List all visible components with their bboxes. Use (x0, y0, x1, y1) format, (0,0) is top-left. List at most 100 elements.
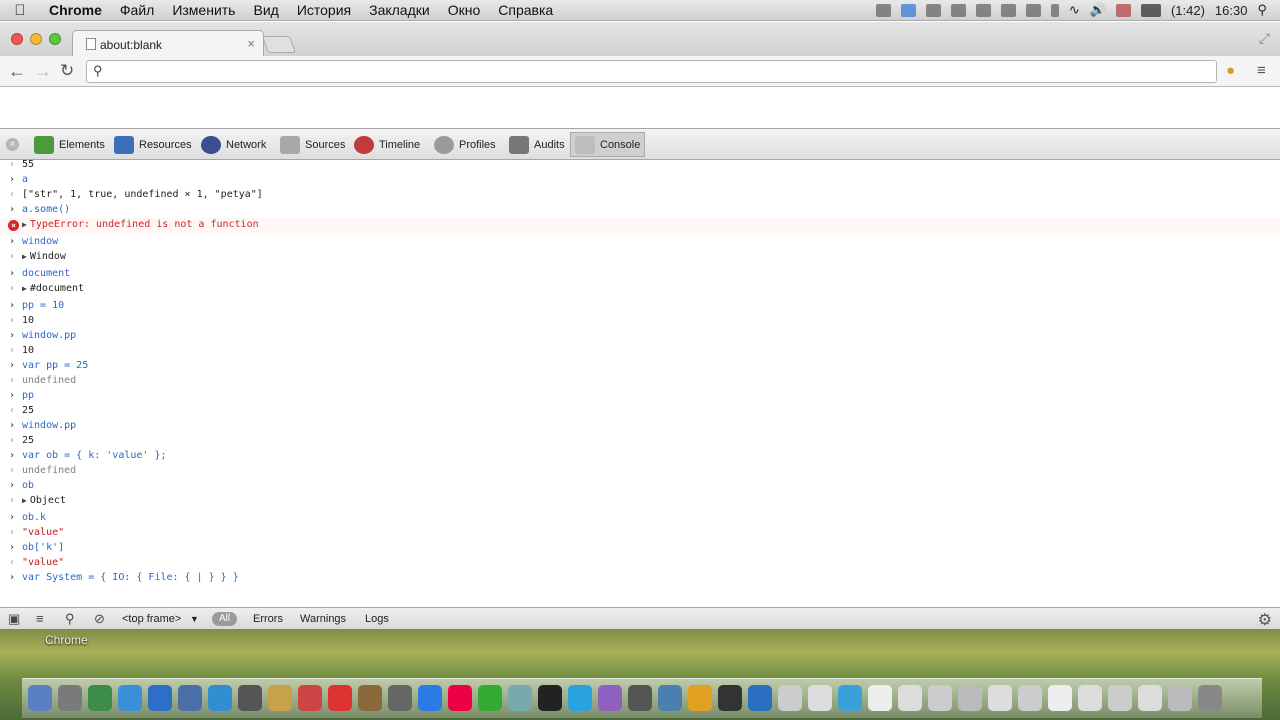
file-icon[interactable] (808, 685, 832, 711)
window-icon[interactable] (1138, 685, 1162, 711)
finder-icon[interactable] (28, 685, 52, 711)
appstore-icon[interactable] (208, 685, 232, 711)
bluetooth-icon[interactable] (1050, 3, 1059, 17)
window-icon[interactable] (958, 685, 982, 711)
box-icon[interactable] (975, 3, 991, 17)
console-output-line[interactable]: ‹ ▶ Window (0, 250, 1280, 267)
window-icon[interactable] (1018, 685, 1042, 711)
window-icon[interactable] (1168, 685, 1192, 711)
reload-button[interactable]: ↻ (60, 60, 74, 82)
itunes-icon[interactable] (148, 685, 172, 711)
close-devtools-icon[interactable]: × (6, 138, 19, 151)
excel-icon[interactable] (478, 685, 502, 711)
display-icon[interactable] (925, 3, 941, 17)
filter-logs[interactable]: Logs (365, 611, 389, 627)
tab-network[interactable]: Network (197, 132, 270, 157)
search-icon[interactable]: ⚲ (65, 612, 75, 626)
dock-side-icon[interactable]: ▣ (8, 612, 20, 626)
chevron-down-icon[interactable]: ▼ (190, 611, 199, 627)
expand-triangle-icon[interactable]: ▶ (22, 218, 27, 232)
menu-bookmarks[interactable]: Закладки (360, 2, 439, 18)
dashboard-icon[interactable] (88, 685, 112, 711)
page-viewport[interactable] (0, 88, 1280, 128)
volume-icon[interactable]: 🔊 (1090, 2, 1106, 18)
tab-resources[interactable]: Resources (110, 132, 196, 157)
clock[interactable]: 16:30 (1215, 3, 1248, 18)
window-icon[interactable] (898, 685, 922, 711)
expand-triangle-icon[interactable]: ▶ (22, 494, 27, 508)
camera-icon[interactable] (238, 685, 262, 711)
tag-icon[interactable] (1000, 3, 1016, 17)
preferences-icon[interactable] (388, 685, 412, 711)
menu-view[interactable]: Вид (244, 2, 287, 18)
fullscreen-icon[interactable]: ⤢ (1259, 30, 1270, 47)
tab-sources[interactable]: Sources (276, 132, 349, 157)
wifi-icon[interactable]: ∿ (1069, 2, 1080, 18)
window-icon[interactable] (868, 685, 892, 711)
notification-icon[interactable] (875, 3, 891, 17)
filter-all[interactable]: All (212, 612, 237, 626)
gear-icon[interactable]: ⚙ (1258, 610, 1272, 630)
battery-time[interactable]: (1:42) (1171, 3, 1205, 18)
new-tab-button[interactable] (261, 36, 297, 53)
battery-icon[interactable] (1140, 3, 1161, 17)
console-error-line[interactable]: × ▶ TypeError: undefined is not a function (0, 218, 1280, 235)
utility-icon[interactable] (508, 685, 532, 711)
menu-edit[interactable]: Изменить (163, 2, 244, 18)
dropbox-icon[interactable] (900, 3, 916, 17)
screen-icon[interactable] (628, 685, 652, 711)
window-icon[interactable] (928, 685, 952, 711)
zoom-window-button[interactable] (49, 33, 61, 45)
tab-elements[interactable]: Elements (30, 132, 109, 157)
contacts-icon[interactable] (268, 685, 292, 711)
calendar-icon[interactable] (298, 685, 322, 711)
safari-icon[interactable] (118, 685, 142, 711)
spotlight-icon[interactable]: ⚲ (1257, 2, 1267, 18)
back-button[interactable]: ← (8, 60, 26, 82)
show-drawer-icon[interactable]: ≡ (36, 612, 44, 626)
qt-icon[interactable] (748, 685, 772, 711)
expand-triangle-icon[interactable]: ▶ (22, 250, 27, 264)
tab-profiles[interactable]: Profiles (430, 132, 500, 157)
forward-button[interactable]: → (34, 60, 52, 82)
trash-icon[interactable] (1198, 685, 1222, 711)
console-output-line[interactable]: ‹ ▶ #document (0, 282, 1280, 299)
console-output[interactable]: ‹ 55 › a ‹ ["str", 1, true, undefined × 1, "p… (0, 160, 1280, 607)
console-output-line[interactable]: ‹ ▶ Object (0, 494, 1280, 511)
close-tab-icon[interactable]: × (247, 36, 255, 51)
chrome-menu-icon[interactable]: ≡ (1257, 60, 1266, 82)
menu-help[interactable]: Справка (489, 2, 562, 18)
evernote-icon[interactable] (950, 3, 966, 17)
downloads-icon[interactable] (838, 685, 862, 711)
window-icon[interactable] (1108, 685, 1132, 711)
minimize-window-button[interactable] (30, 33, 42, 45)
extension-icon[interactable]: ● (1226, 60, 1235, 82)
word-icon[interactable] (418, 685, 442, 711)
menu-app[interactable]: Chrome (40, 2, 111, 18)
browser-icon[interactable] (598, 685, 622, 711)
window-icon[interactable] (988, 685, 1012, 711)
time-machine-icon[interactable] (1025, 3, 1041, 17)
skype-icon[interactable] (568, 685, 592, 711)
frame-selector[interactable]: <top frame> (122, 611, 181, 627)
preview-icon[interactable] (178, 685, 202, 711)
apple-icon[interactable]:  (0, 2, 40, 19)
omnibox-input[interactable] (111, 63, 1201, 80)
menu-history[interactable]: История (288, 2, 360, 18)
launchpad-icon[interactable] (58, 685, 82, 711)
filter-warnings[interactable]: Warnings (300, 611, 346, 627)
tab-audits[interactable]: Audits (505, 132, 569, 157)
menu-file[interactable]: Файл (111, 2, 163, 18)
powerpoint-icon[interactable] (448, 685, 472, 711)
expand-triangle-icon[interactable]: ▶ (22, 282, 27, 296)
omnibox[interactable]: ⚲ (86, 60, 1217, 83)
window-icon[interactable] (1078, 685, 1102, 711)
close-window-button[interactable] (11, 33, 23, 45)
clear-console-icon[interactable]: ⊘ (94, 612, 105, 626)
tab-timeline[interactable]: Timeline (350, 132, 424, 157)
tab-console[interactable]: Console (570, 132, 646, 157)
document-icon[interactable] (778, 685, 802, 711)
window-icon[interactable] (1048, 685, 1072, 711)
virtualbox-icon[interactable] (658, 685, 682, 711)
menu-window[interactable]: Окно (439, 2, 490, 18)
